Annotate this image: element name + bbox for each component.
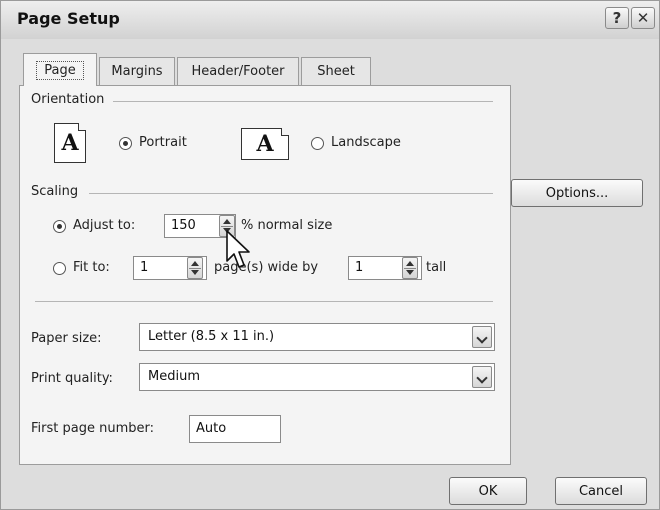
- fit-to-label[interactable]: Fit to:: [73, 260, 110, 275]
- cancel-button-label: Cancel: [578, 483, 624, 499]
- ok-button[interactable]: OK: [449, 477, 527, 505]
- tab-page[interactable]: Page: [23, 53, 97, 86]
- help-button[interactable]: ?: [605, 7, 629, 29]
- landscape-label[interactable]: Landscape: [331, 135, 401, 150]
- print-quality-select[interactable]: Medium: [139, 363, 495, 391]
- paper-size-label: Paper size:: [31, 331, 102, 346]
- help-icon: ?: [612, 9, 622, 27]
- adjust-to-radio[interactable]: [53, 220, 66, 233]
- page-fold-shape: [78, 123, 86, 131]
- options-button-label: Options...: [545, 185, 609, 201]
- spin-divider: [404, 268, 416, 269]
- spin-divider: [221, 226, 233, 227]
- window-title: Page Setup: [17, 9, 120, 28]
- scaling-divider: [89, 193, 493, 194]
- landscape-page-icon: A: [241, 128, 289, 160]
- portrait-page-icon: A: [54, 123, 86, 163]
- orientation-divider: [113, 101, 493, 102]
- adjust-to-label[interactable]: Adjust to:: [73, 218, 135, 233]
- close-icon: ✕: [636, 9, 650, 27]
- page-setup-dialog: Page Setup ? ✕ Page Margins Header/Foote…: [0, 0, 660, 510]
- spin-up-icon: [223, 219, 231, 224]
- dropdown-arrow-icon[interactable]: [472, 326, 492, 348]
- portrait-label[interactable]: Portrait: [139, 135, 187, 150]
- portrait-icon-glyph: A: [61, 130, 79, 156]
- cancel-button[interactable]: Cancel: [555, 477, 647, 505]
- landscape-radio[interactable]: [311, 137, 324, 150]
- fit-tall-spinner[interactable]: [402, 257, 418, 279]
- paper-size-select[interactable]: Letter (8.5 x 11 in.): [139, 323, 495, 351]
- first-page-number-input[interactable]: Auto: [189, 415, 281, 443]
- dropdown-arrow-icon[interactable]: [472, 366, 492, 388]
- scaling-group-label: Scaling: [31, 184, 83, 199]
- ok-button-label: OK: [478, 483, 498, 499]
- paper-size-value: Letter (8.5 x 11 in.): [148, 329, 275, 344]
- fit-to-radio[interactable]: [53, 262, 66, 275]
- fit-wide-spinner[interactable]: [187, 257, 203, 279]
- spin-divider: [189, 268, 201, 269]
- tab-header-footer-label: Header/Footer: [191, 64, 285, 79]
- portrait-radio[interactable]: [119, 137, 132, 150]
- tab-page-label: Page: [36, 60, 84, 80]
- spin-down-icon: [191, 270, 199, 275]
- first-page-number-label: First page number:: [31, 421, 154, 436]
- section-separator: [35, 301, 493, 302]
- spin-up-icon: [406, 261, 414, 266]
- tab-sheet[interactable]: Sheet: [301, 57, 371, 85]
- orientation-group-label: Orientation: [31, 92, 109, 107]
- landscape-icon-glyph: A: [256, 131, 274, 157]
- spin-down-icon: [406, 270, 414, 275]
- tab-header-footer[interactable]: Header/Footer: [177, 57, 299, 85]
- spin-up-icon: [191, 261, 199, 266]
- tall-label: tall: [426, 260, 447, 275]
- title-bar: Page Setup ? ✕: [1, 1, 659, 39]
- print-quality-value: Medium: [148, 369, 200, 384]
- tab-margins-label: Margins: [111, 64, 163, 79]
- tab-margins[interactable]: Margins: [99, 57, 175, 85]
- tab-sheet-label: Sheet: [317, 64, 355, 79]
- close-button[interactable]: ✕: [631, 7, 655, 29]
- options-button[interactable]: Options...: [511, 179, 643, 207]
- mouse-cursor-icon: [226, 230, 250, 268]
- page-fold-shape: [281, 128, 289, 136]
- print-quality-label: Print quality:: [31, 371, 113, 386]
